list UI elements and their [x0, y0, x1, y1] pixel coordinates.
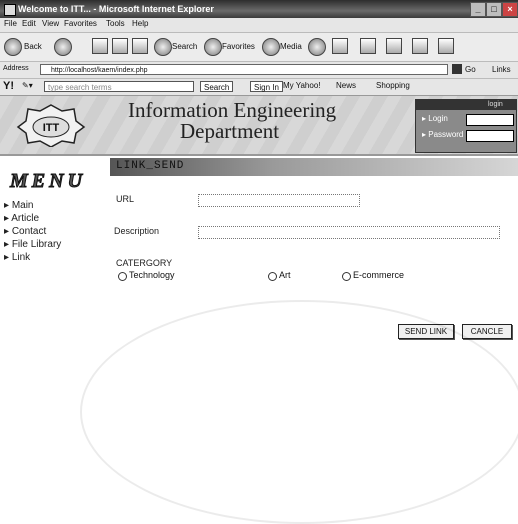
radio-technology-label: Technology: [129, 270, 175, 280]
browser-toolbar: Back Search Favorites Media: [0, 33, 518, 62]
sidebar-item-link[interactable]: ▸ Link: [4, 252, 30, 263]
url-label: URL: [116, 194, 135, 204]
yahoo-search-input[interactable]: type search terms: [44, 81, 194, 92]
back-label[interactable]: Back: [24, 42, 42, 51]
media-icon[interactable]: [262, 38, 280, 56]
login-panel: login ▸ Login ▸ Password: [415, 99, 517, 153]
menu-bar: File Edit View Favorites Tools Help: [0, 18, 518, 33]
radio-art[interactable]: [268, 272, 277, 281]
go-icon[interactable]: [452, 64, 462, 74]
print-icon[interactable]: [360, 38, 376, 54]
edit-icon[interactable]: [386, 38, 402, 54]
sidebar-item-label: File Library: [11, 239, 62, 250]
favorites-label[interactable]: Favorites: [222, 42, 255, 51]
window-titlebar: Welcome to ITT... - Microsoft Internet E…: [0, 0, 518, 18]
login-label-text: Login: [428, 114, 448, 123]
password-label-text: Password: [428, 130, 464, 139]
radio-ecommerce-label: E-commerce: [353, 270, 405, 280]
banner-title: Information Engineering: [128, 98, 337, 122]
address-input[interactable]: http://localhost/kaem/index.php: [40, 64, 448, 75]
itt-logo-icon: ITT: [16, 104, 86, 147]
description-input[interactable]: [198, 226, 500, 239]
yahoo-toolbar: Y! ✎▾ type search terms Search Sign In M…: [0, 79, 518, 96]
sidebar-item-label: Article: [11, 213, 40, 224]
shopping-link[interactable]: Shopping: [376, 81, 410, 90]
menu-favorites[interactable]: Favorites: [64, 19, 97, 28]
url-input[interactable]: [198, 194, 360, 207]
banner-subtitle: Department: [180, 119, 280, 143]
ie-icon: [4, 4, 16, 16]
messenger-icon[interactable]: [438, 38, 454, 54]
window-title: Welcome to ITT... - Microsoft Internet E…: [18, 4, 214, 14]
menu-edit[interactable]: Edit: [22, 19, 36, 28]
password-input[interactable]: [466, 130, 514, 142]
password-label: ▸ Password: [422, 130, 464, 139]
go-button[interactable]: Go: [465, 65, 476, 74]
sidebar-item-label: Main: [11, 200, 34, 211]
menu-tools[interactable]: Tools: [106, 19, 125, 28]
home-icon[interactable]: [132, 38, 148, 54]
forward-icon[interactable]: [54, 38, 72, 56]
watermark-seal: [80, 300, 518, 524]
sidebar-item-label: Contact: [11, 226, 47, 237]
login-panel-header: login: [416, 100, 516, 110]
minimize-button[interactable]: _: [470, 2, 486, 17]
sidebar-item-article[interactable]: ▸ Article: [4, 213, 39, 224]
menu-file[interactable]: File: [4, 19, 17, 28]
login-input[interactable]: [466, 114, 514, 126]
search-icon[interactable]: [154, 38, 172, 56]
history-icon[interactable]: [308, 38, 326, 56]
sidebar-item-label: Link: [11, 252, 31, 263]
category-label: CATERGORY: [116, 258, 173, 268]
address-label: Address: [3, 65, 29, 72]
logo-text: ITT: [43, 122, 60, 134]
my-yahoo-link[interactable]: My Yahoo!: [283, 81, 321, 90]
address-bar: Address http://localhost/kaem/index.php …: [0, 62, 518, 79]
sidebar-item-file-library[interactable]: ▸ File Library: [4, 239, 61, 250]
favorites-icon[interactable]: [204, 38, 222, 56]
refresh-icon[interactable]: [112, 38, 128, 54]
yahoo-search-button[interactable]: Search: [200, 81, 234, 92]
radio-technology[interactable]: [118, 272, 127, 281]
radio-art-label: Art: [279, 270, 291, 280]
pencil-icon[interactable]: ✎▾: [22, 81, 33, 90]
menu-help[interactable]: Help: [132, 19, 148, 28]
description-label: Description: [114, 226, 160, 236]
login-button[interactable]: login: [488, 100, 503, 110]
sidebar-title: MENU: [9, 170, 87, 193]
section-header: LINK_SEND: [110, 158, 518, 176]
news-link[interactable]: News: [336, 81, 356, 90]
menu-view[interactable]: View: [42, 19, 59, 28]
section-title: LINK_SEND: [116, 160, 185, 172]
links-button[interactable]: Links: [492, 65, 511, 74]
login-label: ▸ Login: [422, 114, 448, 123]
sidebar-item-main[interactable]: ▸ Main: [4, 200, 34, 211]
search-label[interactable]: Search: [172, 42, 197, 51]
close-button[interactable]: ×: [502, 2, 518, 17]
cancel-button[interactable]: CANCLE: [462, 324, 512, 339]
yahoo-logo-icon[interactable]: Y!: [3, 80, 14, 92]
mail-icon[interactable]: [332, 38, 348, 54]
yahoo-signin-button[interactable]: Sign In: [250, 81, 283, 92]
back-icon[interactable]: [4, 38, 22, 56]
sidebar: [0, 160, 110, 390]
radio-ecommerce[interactable]: [342, 272, 351, 281]
media-label[interactable]: Media: [280, 42, 302, 51]
stop-icon[interactable]: [92, 38, 108, 54]
maximize-button[interactable]: □: [486, 2, 502, 17]
sidebar-item-contact[interactable]: ▸ Contact: [4, 226, 46, 237]
discuss-icon[interactable]: [412, 38, 428, 54]
